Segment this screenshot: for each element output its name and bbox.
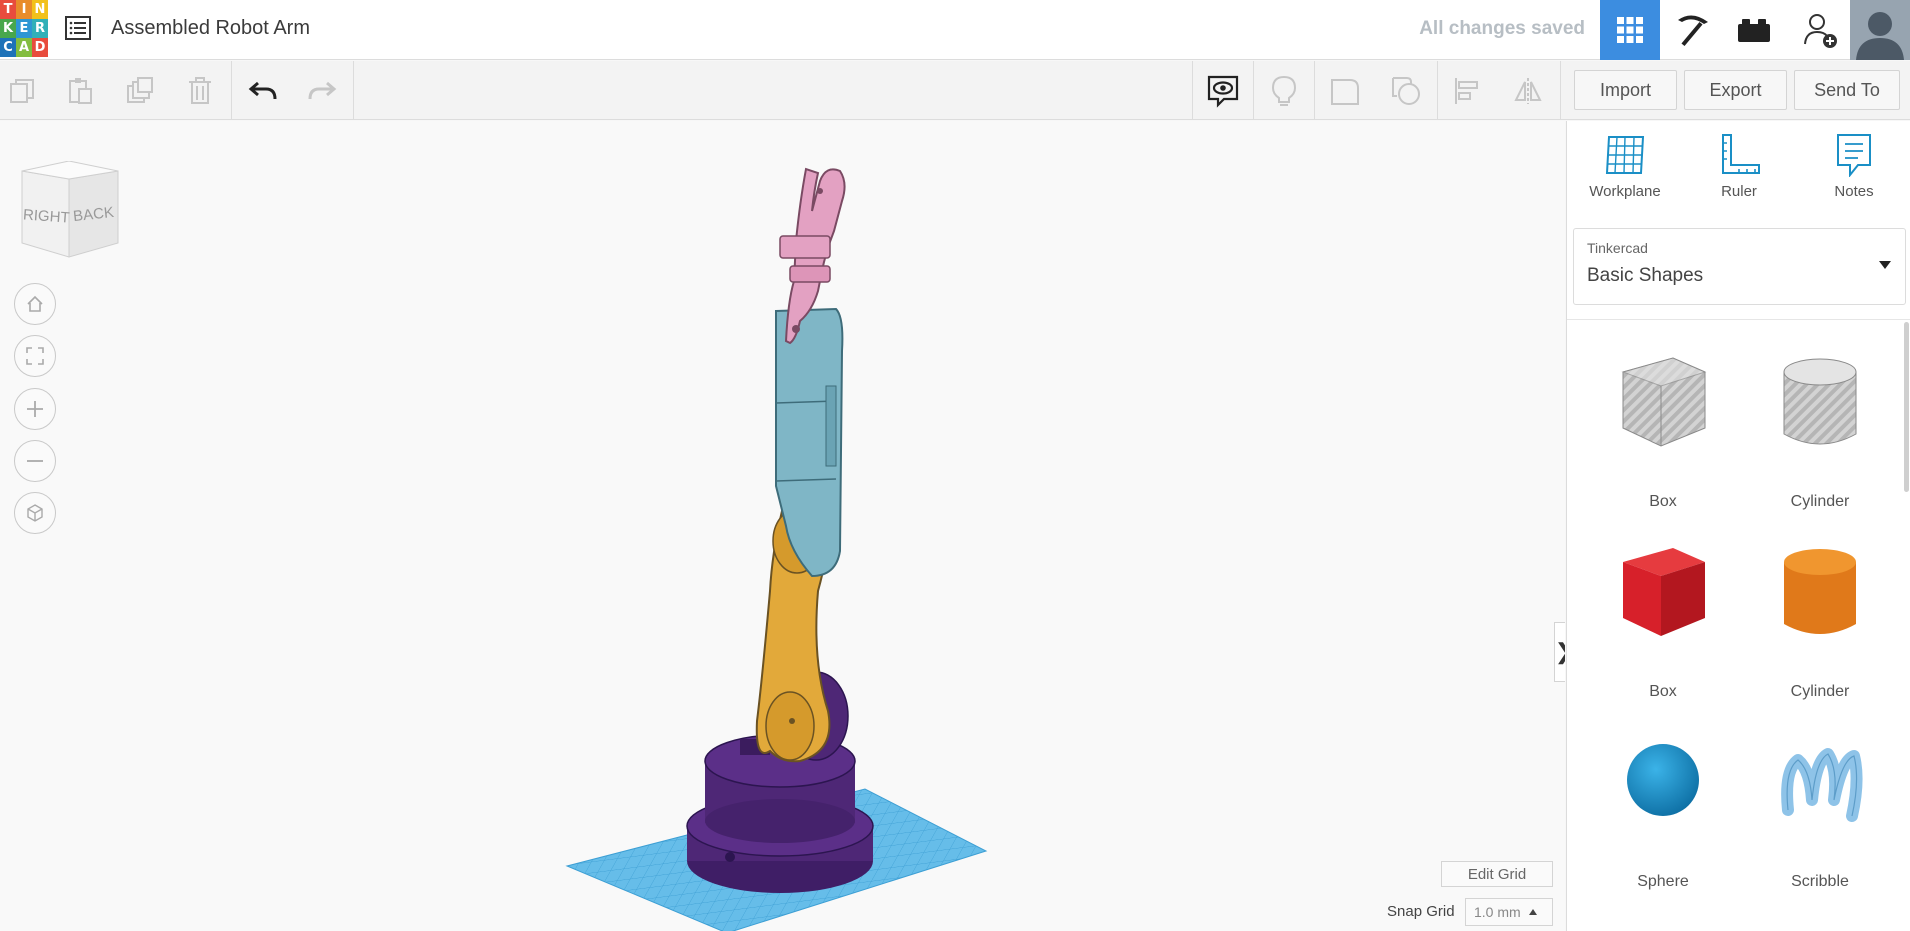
list-icon bbox=[65, 16, 91, 40]
3d-workplane-canvas[interactable]: RIGHT BACK Edit Grid Snap Grid 1.0 mm bbox=[0, 121, 1565, 931]
library-source: Tinkercad bbox=[1587, 240, 1648, 256]
align-button[interactable] bbox=[1447, 71, 1487, 111]
cylinder-icon bbox=[1784, 549, 1856, 634]
shapes-panel: Workplane Ruler Notes Tinkercad Basic Sh… bbox=[1566, 121, 1910, 931]
logo-letter: N bbox=[32, 0, 48, 19]
group-shape-icon bbox=[1331, 79, 1359, 105]
bricks-button[interactable] bbox=[1724, 0, 1784, 60]
blocks-button[interactable] bbox=[1662, 0, 1722, 60]
logo-letter: T bbox=[0, 0, 16, 19]
shape-label: Box bbox=[1649, 683, 1677, 700]
notes-icon bbox=[1837, 134, 1871, 177]
shape-label: Cylinder bbox=[1790, 683, 1850, 700]
notes-label: Notes bbox=[1834, 183, 1874, 200]
lightbulb-icon bbox=[1271, 75, 1297, 106]
box-icon bbox=[1623, 548, 1705, 636]
import-button[interactable]: Import bbox=[1574, 70, 1677, 110]
shape-box[interactable]: Box bbox=[1593, 540, 1733, 720]
export-button[interactable]: Export bbox=[1684, 70, 1787, 110]
ruler-label: Ruler bbox=[1721, 183, 1757, 200]
logo-letter: E bbox=[16, 19, 32, 38]
box-hole-icon bbox=[1621, 357, 1707, 447]
duplicate-icon bbox=[127, 77, 153, 103]
logo-letter: R bbox=[32, 19, 48, 38]
shape-library-select[interactable]: Tinkercad Basic Shapes bbox=[1573, 228, 1906, 305]
notes-tool[interactable]: Notes bbox=[1804, 133, 1904, 213]
library-name: Basic Shapes bbox=[1587, 265, 1704, 286]
shape-label: Box bbox=[1649, 493, 1677, 510]
shapes-grid: Box Cylinder Box Cylinder Sphere Scribbl… bbox=[1567, 319, 1910, 931]
redo-button[interactable] bbox=[302, 71, 342, 111]
logo-letter: K bbox=[0, 19, 16, 38]
caret-up-icon bbox=[1528, 909, 1537, 915]
ruler-icon bbox=[1722, 134, 1760, 174]
redo-icon bbox=[308, 81, 337, 100]
snap-grid-value: 1.0 mm bbox=[1474, 904, 1521, 920]
delete-button[interactable] bbox=[180, 71, 220, 111]
paste-button[interactable] bbox=[60, 71, 100, 111]
mirror-button[interactable] bbox=[1508, 71, 1548, 111]
cylinder-hole-icon bbox=[1783, 358, 1857, 445]
pickaxe-icon bbox=[1678, 15, 1708, 47]
align-icon bbox=[1455, 78, 1478, 104]
shape-sphere[interactable]: Sphere bbox=[1593, 730, 1733, 910]
user-avatar-icon bbox=[1850, 0, 1910, 60]
trash-icon bbox=[189, 77, 211, 104]
3d-view-button[interactable] bbox=[1600, 0, 1660, 60]
workplane-tool[interactable]: Workplane bbox=[1575, 133, 1675, 213]
copy-icon bbox=[10, 79, 34, 103]
panel-scrollbar[interactable] bbox=[1904, 322, 1909, 492]
undo-icon bbox=[248, 81, 277, 100]
ungroup-shape-icon bbox=[1392, 77, 1420, 105]
logo-letter: D bbox=[32, 38, 48, 57]
hint-button[interactable] bbox=[1264, 71, 1304, 111]
logo-letter: A bbox=[16, 38, 32, 57]
workplane-label: Workplane bbox=[1589, 183, 1661, 200]
copy-button[interactable] bbox=[2, 71, 42, 111]
edit-toolbar: Import Export Send To bbox=[0, 61, 1910, 120]
workplane-icon bbox=[1605, 136, 1645, 174]
robot-arm-model[interactable] bbox=[0, 121, 1565, 931]
add-user-icon bbox=[1804, 14, 1837, 48]
group-button[interactable] bbox=[1325, 71, 1365, 111]
shape-box-hole[interactable]: Box bbox=[1593, 350, 1733, 530]
grid-view-icon bbox=[1617, 17, 1643, 43]
collapse-panel-button[interactable]: ❯ bbox=[1554, 622, 1565, 682]
snap-grid-label: Snap Grid bbox=[1387, 903, 1455, 920]
brick-icon bbox=[1738, 19, 1770, 42]
invite-user-button[interactable] bbox=[1790, 0, 1850, 60]
logo-letter: C bbox=[0, 38, 16, 57]
design-menu-button[interactable] bbox=[64, 14, 92, 42]
snap-grid-select[interactable]: 1.0 mm bbox=[1465, 898, 1553, 926]
edit-grid-button[interactable]: Edit Grid bbox=[1441, 861, 1553, 887]
send-to-button[interactable]: Send To bbox=[1794, 70, 1900, 110]
tinkercad-logo[interactable]: TINKERCAD bbox=[0, 0, 48, 57]
undo-button[interactable] bbox=[243, 71, 283, 111]
shape-cylinder[interactable]: Cylinder bbox=[1750, 540, 1890, 720]
shape-scribble[interactable]: Scribble bbox=[1750, 730, 1890, 910]
ruler-tool[interactable]: Ruler bbox=[1689, 133, 1789, 213]
show-all-button[interactable] bbox=[1203, 71, 1243, 111]
shape-cylinder-hole[interactable]: Cylinder bbox=[1750, 350, 1890, 530]
shape-label: Cylinder bbox=[1790, 493, 1850, 510]
paste-icon bbox=[69, 78, 92, 104]
document-title[interactable]: Assembled Robot Arm bbox=[111, 17, 310, 40]
shape-label: Scribble bbox=[1791, 873, 1849, 890]
scribble-icon bbox=[1781, 748, 1863, 822]
logo-letter: I bbox=[16, 0, 32, 19]
avatar[interactable] bbox=[1850, 0, 1910, 60]
top-bar: TINKERCAD Assembled Robot Arm All change… bbox=[0, 0, 1910, 60]
sphere-icon bbox=[1627, 744, 1699, 816]
duplicate-button[interactable] bbox=[120, 71, 160, 111]
shape-label: Sphere bbox=[1637, 873, 1689, 890]
ungroup-button[interactable] bbox=[1386, 71, 1426, 111]
chevron-right-icon: ❯ bbox=[1555, 639, 1565, 665]
eye-bubble-icon bbox=[1207, 75, 1239, 108]
save-status: All changes saved bbox=[1419, 18, 1585, 39]
mirror-icon bbox=[1514, 78, 1542, 104]
chevron-down-icon bbox=[1879, 261, 1891, 269]
